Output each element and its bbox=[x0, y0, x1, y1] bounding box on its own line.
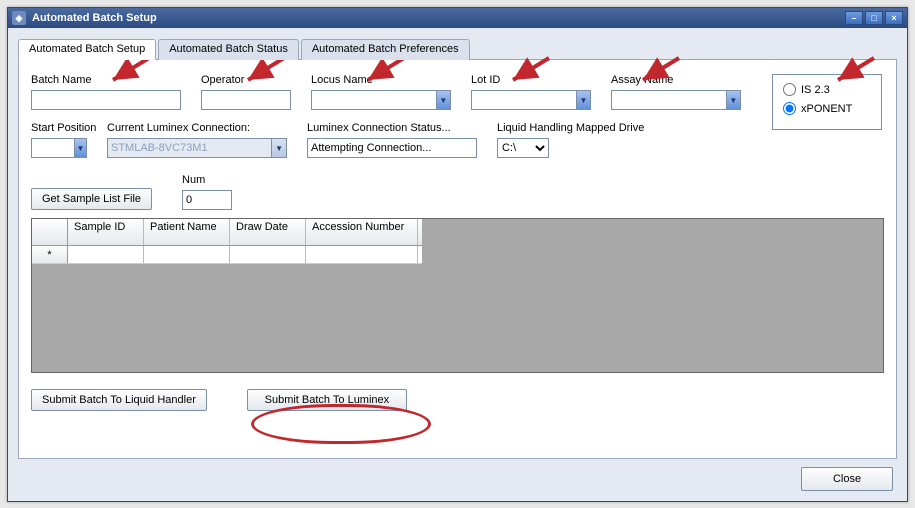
tabstrip: Automated Batch Setup Automated Batch St… bbox=[18, 38, 897, 59]
sample-grid[interactable]: Sample ID Patient Name Draw Date Accessi… bbox=[31, 218, 884, 373]
num-value bbox=[182, 190, 232, 210]
lot-id-value[interactable] bbox=[472, 91, 576, 109]
assay-name-value[interactable] bbox=[612, 91, 726, 109]
start-position-value[interactable] bbox=[32, 139, 74, 157]
row-top-fields: Batch Name Operator Locus Name ▼ Lot ID bbox=[31, 74, 884, 110]
col-sample-id[interactable]: Sample ID bbox=[68, 219, 144, 245]
table-row[interactable]: * bbox=[32, 246, 422, 264]
grid-corner bbox=[32, 219, 68, 245]
luminex-conn-status-label: Luminex Connection Status... bbox=[307, 122, 477, 134]
liquid-drive-label: Liquid Handling Mapped Drive bbox=[497, 122, 657, 134]
row-marker: * bbox=[32, 246, 68, 263]
minimize-button[interactable]: – bbox=[845, 11, 863, 25]
cell-patient-name[interactable] bbox=[144, 246, 230, 263]
locus-name-label: Locus Name bbox=[311, 74, 451, 86]
col-accession-number[interactable]: Accession Number bbox=[306, 219, 418, 245]
submit-liquid-handler-button[interactable]: Submit Batch To Liquid Handler bbox=[31, 389, 207, 411]
current-luminex-conn-combo[interactable]: ▼ bbox=[107, 138, 287, 158]
grid-header: Sample ID Patient Name Draw Date Accessi… bbox=[32, 219, 422, 246]
start-position-label: Start Position bbox=[31, 122, 87, 134]
col-patient-name[interactable]: Patient Name bbox=[144, 219, 230, 245]
operator-label: Operator bbox=[201, 74, 291, 86]
close-button[interactable]: Close bbox=[801, 467, 893, 491]
platform-is23-radio[interactable] bbox=[783, 83, 796, 96]
current-luminex-conn-value bbox=[108, 139, 271, 157]
get-sample-list-button[interactable]: Get Sample List File bbox=[31, 188, 152, 210]
submit-row: Submit Batch To Liquid Handler Submit Ba… bbox=[31, 389, 884, 411]
num-label: Num bbox=[182, 174, 232, 186]
locus-name-value[interactable] bbox=[312, 91, 436, 109]
batch-name-label: Batch Name bbox=[31, 74, 181, 86]
close-window-button[interactable]: × bbox=[885, 11, 903, 25]
chevron-down-icon[interactable]: ▼ bbox=[271, 139, 286, 157]
tab-automated-batch-preferences[interactable]: Automated Batch Preferences bbox=[301, 39, 470, 60]
platform-is23-label: IS 2.3 bbox=[801, 84, 830, 96]
platform-group: IS 2.3 xPONENT bbox=[772, 74, 882, 130]
lot-id-combo[interactable]: ▼ bbox=[471, 90, 591, 110]
tab-automated-batch-setup[interactable]: Automated Batch Setup bbox=[18, 39, 156, 60]
cell-sample-id[interactable] bbox=[68, 246, 144, 263]
chevron-down-icon[interactable]: ▼ bbox=[726, 91, 740, 109]
maximize-button[interactable]: □ bbox=[865, 11, 883, 25]
footer: Close bbox=[801, 467, 893, 491]
locus-name-combo[interactable]: ▼ bbox=[311, 90, 451, 110]
liquid-drive-select[interactable]: C:\ bbox=[497, 138, 549, 158]
lot-id-label: Lot ID bbox=[471, 74, 591, 86]
submit-luminex-button[interactable]: Submit Batch To Luminex bbox=[247, 389, 407, 411]
platform-xponent-radio[interactable] bbox=[783, 102, 796, 115]
cell-draw-date[interactable] bbox=[230, 246, 306, 263]
row-connection-fields: Start Position ▼ Current Luminex Connect… bbox=[31, 122, 884, 158]
col-draw-date[interactable]: Draw Date bbox=[230, 219, 306, 245]
luminex-conn-status-value bbox=[307, 138, 477, 158]
chevron-down-icon[interactable]: ▼ bbox=[436, 91, 450, 109]
current-luminex-conn-label: Current Luminex Connection: bbox=[107, 122, 287, 134]
start-position-combo[interactable]: ▼ bbox=[31, 138, 87, 158]
chevron-down-icon[interactable]: ▼ bbox=[576, 91, 590, 109]
window: ◈ Automated Batch Setup – □ × Automated … bbox=[7, 7, 908, 502]
sample-list-row: Get Sample List File Num bbox=[31, 174, 884, 210]
operator-input[interactable] bbox=[201, 90, 291, 110]
client-area: Automated Batch Setup Automated Batch St… bbox=[8, 28, 907, 501]
tab-panel: Batch Name Operator Locus Name ▼ Lot ID bbox=[18, 59, 897, 459]
titlebar: ◈ Automated Batch Setup – □ × bbox=[8, 8, 907, 28]
assay-name-label: Assay Name bbox=[611, 74, 741, 86]
platform-xponent-label: xPONENT bbox=[801, 103, 852, 115]
chevron-down-icon[interactable]: ▼ bbox=[74, 139, 86, 157]
app-icon: ◈ bbox=[12, 11, 26, 25]
tab-automated-batch-status[interactable]: Automated Batch Status bbox=[158, 39, 299, 60]
window-title: Automated Batch Setup bbox=[32, 12, 157, 24]
batch-name-input[interactable] bbox=[31, 90, 181, 110]
cell-accession-number[interactable] bbox=[306, 246, 418, 263]
assay-name-combo[interactable]: ▼ bbox=[611, 90, 741, 110]
